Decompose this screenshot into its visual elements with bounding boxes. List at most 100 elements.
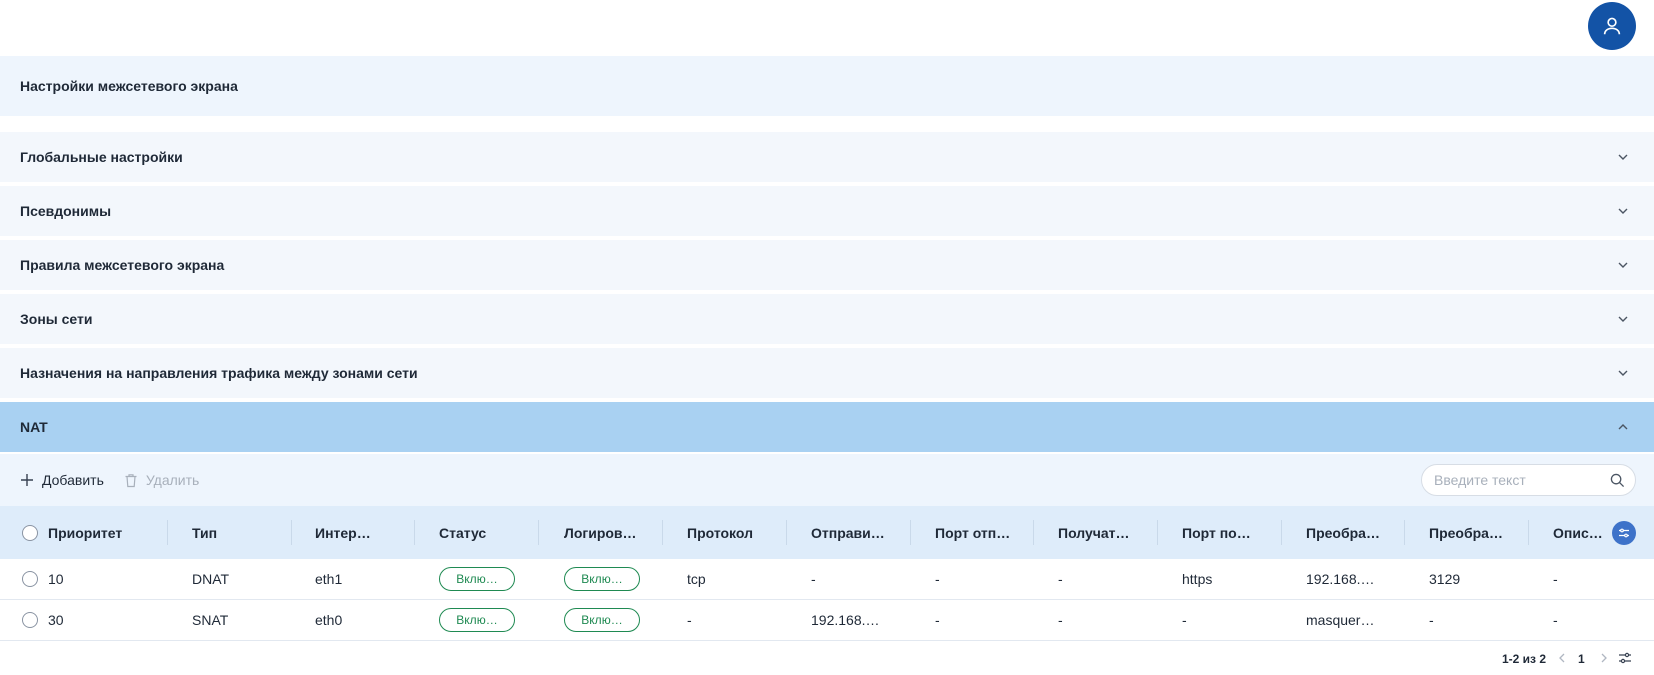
cell-description: - bbox=[1553, 571, 1558, 587]
cell-type: SNAT bbox=[192, 612, 229, 628]
cell-receiver-port: https bbox=[1182, 571, 1213, 587]
top-bar bbox=[0, 0, 1654, 56]
pagination: 1-2 из 2 1 bbox=[0, 642, 1654, 675]
column-header-label: Протокол bbox=[687, 524, 753, 541]
column-header[interactable]: Порт отп… bbox=[935, 506, 1034, 559]
cell-translation-address: masquer… bbox=[1306, 612, 1375, 628]
table-row[interactable]: 10 DNAT eth1 Вклю… Вклю… tcp - - - https… bbox=[0, 559, 1654, 600]
column-header-label: Логиров… bbox=[564, 524, 637, 541]
cell-translation-port: - bbox=[1429, 612, 1434, 628]
column-header-label: Преобра… bbox=[1306, 524, 1380, 541]
search-icon[interactable] bbox=[1610, 473, 1625, 488]
trash-icon bbox=[125, 473, 137, 487]
row-checkbox[interactable] bbox=[22, 612, 38, 628]
column-header[interactable]: Опис… bbox=[1553, 506, 1603, 559]
cell-interface: eth1 bbox=[315, 571, 343, 587]
column-header[interactable]: Получат… bbox=[1058, 506, 1158, 559]
column-header[interactable]: Интер… bbox=[315, 506, 415, 559]
column-header-label: Получат… bbox=[1058, 524, 1130, 541]
nat-table: Приоритет Тип Интер… Статус Логиров… Про… bbox=[0, 506, 1654, 641]
cell-status: Вклю… bbox=[439, 559, 515, 599]
section-firewall-rules[interactable]: Правила межсетевого экрана bbox=[0, 240, 1654, 290]
section-label: NAT bbox=[20, 419, 48, 435]
column-header[interactable]: Протокол bbox=[687, 506, 787, 559]
column-header-label: Приоритет bbox=[48, 524, 123, 541]
chevron-right-icon[interactable] bbox=[1598, 652, 1610, 664]
sliders-icon[interactable] bbox=[1618, 651, 1632, 665]
delete-button-label: Удалить bbox=[145, 472, 200, 488]
cell-protocol: tcp bbox=[687, 571, 706, 587]
cell-receiver-port: - bbox=[1182, 612, 1187, 628]
user-icon bbox=[1603, 17, 1621, 35]
column-settings-button[interactable] bbox=[1612, 521, 1636, 545]
column-header[interactable]: Приоритет bbox=[48, 506, 168, 559]
column-settings-icon bbox=[1619, 528, 1629, 538]
cell-sender-port: - bbox=[935, 612, 940, 628]
delete-button[interactable]: Удалить bbox=[124, 472, 199, 488]
status-badge[interactable]: Вклю… bbox=[439, 608, 515, 632]
plus-icon bbox=[21, 474, 33, 486]
add-button[interactable]: Добавить bbox=[20, 472, 104, 488]
section-label: Правила межсетевого экрана bbox=[20, 257, 225, 273]
column-header[interactable]: Преобра… bbox=[1429, 506, 1529, 559]
cell-receiver: - bbox=[1058, 571, 1063, 587]
column-header[interactable]: Порт по… bbox=[1182, 506, 1282, 559]
table-header: Приоритет Тип Интер… Статус Логиров… Про… bbox=[0, 506, 1654, 559]
chevron-down-icon bbox=[1618, 208, 1628, 214]
chevron-down-icon bbox=[1618, 154, 1628, 160]
table-row[interactable]: 30 SNAT eth0 Вклю… Вклю… - 192.168.… - -… bbox=[0, 600, 1654, 641]
section-label: Псевдонимы bbox=[20, 203, 112, 219]
column-header-label: Отправи… bbox=[811, 524, 885, 541]
current-page[interactable]: 1 bbox=[1578, 652, 1585, 666]
select-all-checkbox[interactable] bbox=[22, 524, 38, 541]
section-label: Назначения на направления трафика между … bbox=[20, 365, 418, 381]
row-checkbox[interactable] bbox=[22, 571, 38, 587]
logging-badge[interactable]: Вклю… bbox=[564, 608, 640, 632]
status-badge[interactable]: Вклю… bbox=[439, 567, 515, 591]
pagination-range: 1-2 из 2 bbox=[1502, 652, 1547, 666]
column-header-label: Преобра… bbox=[1429, 524, 1503, 541]
column-header[interactable]: Тип bbox=[192, 506, 292, 559]
section-nat[interactable]: NAT bbox=[0, 402, 1654, 452]
cell-status: Вклю… bbox=[439, 600, 515, 640]
section-global-settings[interactable]: Глобальные настройки bbox=[0, 132, 1654, 182]
column-header-label: Тип bbox=[192, 524, 218, 541]
section-label: Глобальные настройки bbox=[20, 149, 183, 165]
column-header-label: Интер… bbox=[315, 524, 371, 541]
search-input[interactable] bbox=[1434, 472, 1604, 488]
section-network-zones[interactable]: Зоны сети bbox=[0, 294, 1654, 344]
chevron-down-icon bbox=[1618, 262, 1628, 268]
cell-translation-port: 3129 bbox=[1429, 571, 1461, 587]
section-zone-traffic-assignments[interactable]: Назначения на направления трафика между … bbox=[0, 348, 1654, 398]
chevron-down-icon bbox=[1618, 370, 1628, 376]
section-label: Зоны сети bbox=[20, 311, 93, 327]
chevron-left-icon[interactable] bbox=[1556, 652, 1568, 664]
column-header-label: Порт отп… bbox=[935, 524, 1011, 541]
select-all-cell bbox=[22, 506, 38, 559]
page-title: Настройки межсетевого экрана bbox=[0, 56, 1654, 116]
column-header-label: Статус bbox=[439, 524, 487, 541]
chevron-down-icon bbox=[1618, 316, 1628, 322]
cell-priority: 10 bbox=[48, 571, 64, 587]
column-header[interactable]: Статус bbox=[439, 506, 539, 559]
cell-interface: eth0 bbox=[315, 612, 343, 628]
column-header[interactable]: Преобра… bbox=[1306, 506, 1405, 559]
cell-priority: 30 bbox=[48, 612, 64, 628]
cell-description: - bbox=[1553, 612, 1558, 628]
cell-logging: Вклю… bbox=[564, 600, 640, 640]
column-header[interactable]: Логиров… bbox=[564, 506, 663, 559]
nat-toolbar: Добавить Удалить bbox=[0, 454, 1654, 506]
column-header-label: Порт по… bbox=[1182, 524, 1251, 541]
cell-translation-address: 192.168.… bbox=[1306, 571, 1375, 587]
add-button-label: Добавить bbox=[42, 472, 104, 488]
section-aliases[interactable]: Псевдонимы bbox=[0, 186, 1654, 236]
cell-logging: Вклю… bbox=[564, 559, 640, 599]
cell-protocol: - bbox=[687, 612, 692, 628]
column-header[interactable]: Отправи… bbox=[811, 506, 911, 559]
search-box bbox=[1421, 464, 1636, 496]
user-avatar-button[interactable] bbox=[1588, 2, 1636, 50]
cell-sender: 192.168.… bbox=[811, 612, 880, 628]
chevron-up-icon bbox=[1618, 424, 1628, 430]
cell-receiver: - bbox=[1058, 612, 1063, 628]
logging-badge[interactable]: Вклю… bbox=[564, 567, 640, 591]
